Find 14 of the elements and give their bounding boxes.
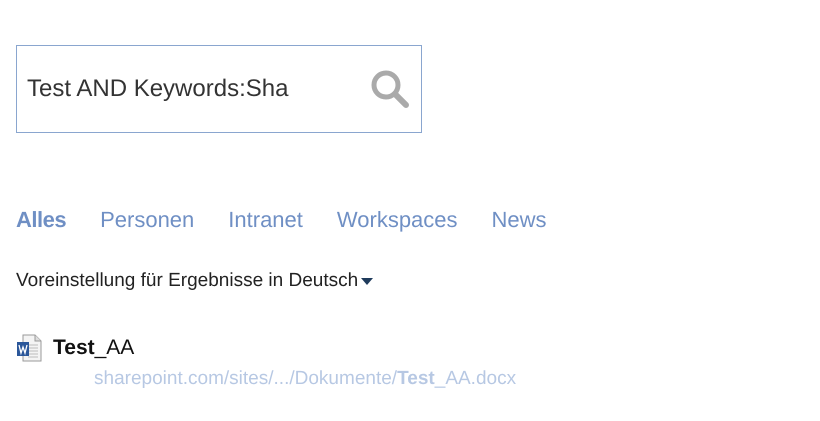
search-icon xyxy=(369,68,411,110)
word-document-icon xyxy=(16,334,42,362)
caret-icon xyxy=(361,278,374,284)
language-dropdown[interactable]: Voreinstellung für Ergebnisse in Deutsch xyxy=(16,270,374,292)
tab[interactable]: Workspaces xyxy=(336,207,458,233)
tab[interactable]: Personen xyxy=(100,207,194,233)
tab[interactable]: News xyxy=(492,207,547,233)
tab[interactable]: Intranet xyxy=(228,207,303,233)
search-field[interactable]: Test AND Keywords:Sha xyxy=(27,72,369,106)
result-url[interactable]: sharepoint.com/sites/.../Dokumente/Test_AA.docx xyxy=(94,368,820,390)
result-title[interactable]: Test_AA xyxy=(53,336,820,360)
search-box[interactable]: Test AND Keywords:Sha xyxy=(16,45,422,133)
search-button[interactable] xyxy=(369,68,411,110)
tab[interactable]: Alles xyxy=(16,207,66,233)
